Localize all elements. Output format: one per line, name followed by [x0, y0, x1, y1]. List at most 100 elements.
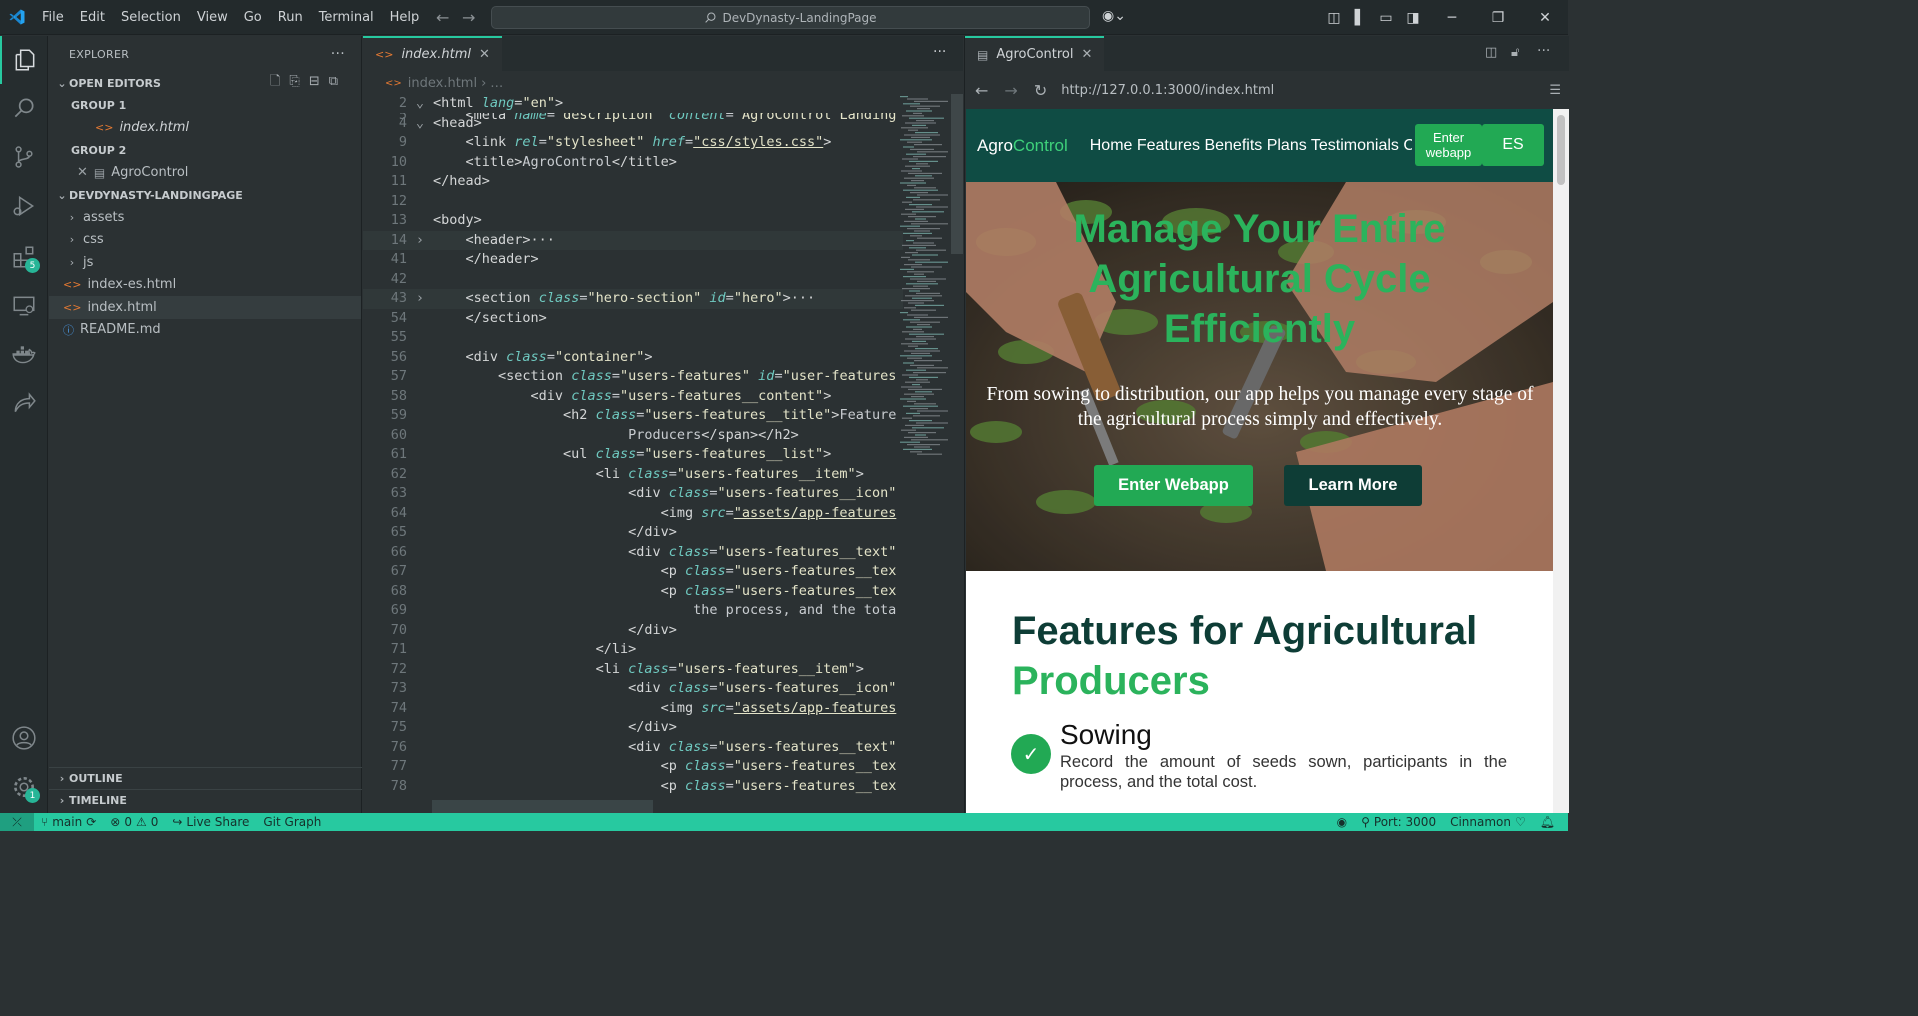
fold-chevron-icon[interactable]: ›: [407, 231, 433, 251]
fold-chevron-icon[interactable]: ⌄: [407, 94, 433, 114]
command-center[interactable]: DevDynasty-LandingPage: [491, 6, 1090, 29]
back-arrow-icon[interactable]: ←: [975, 81, 988, 100]
code-line[interactable]: 66 <div class="users-features__text": [363, 543, 903, 563]
site-logo[interactable]: AgroControl: [977, 136, 1068, 156]
breadcrumb-file[interactable]: index.html: [408, 76, 477, 91]
code-line[interactable]: 64 <img src="assets/app-features: [363, 504, 903, 524]
menu-run[interactable]: Run: [270, 0, 311, 35]
reload-icon[interactable]: ↻: [1034, 81, 1047, 100]
code-line[interactable]: 73 <div class="users-features__icon": [363, 679, 903, 699]
menu-selection[interactable]: Selection: [113, 0, 189, 35]
remote-explorer-icon[interactable]: [0, 282, 48, 330]
code-line[interactable]: 13 <body>: [363, 211, 903, 231]
code-line[interactable]: 41 </header>: [363, 250, 903, 270]
editor-scrollbar[interactable]: [951, 94, 963, 254]
explorer-more-icon[interactable]: ···: [331, 46, 345, 62]
page-scrollbar[interactable]: [1553, 109, 1569, 813]
code-line[interactable]: 71 </li>: [363, 640, 903, 660]
git-graph-status[interactable]: Git Graph: [256, 815, 328, 829]
code-line[interactable]: 12: [363, 192, 903, 212]
forward-arrow-icon[interactable]: →: [462, 8, 475, 27]
docker-icon[interactable]: [0, 331, 48, 379]
menu-file[interactable]: File: [34, 0, 72, 35]
code-line[interactable]: 2 ⌄ <html lang="en">: [363, 94, 903, 114]
code-line[interactable]: 63 <div class="users-features__icon": [363, 484, 903, 504]
code-line[interactable]: 69 the process, and the tota: [363, 601, 903, 621]
code-line[interactable]: 42: [363, 270, 903, 290]
code-line[interactable]: 14 › <header>···: [363, 230, 903, 251]
folder-css[interactable]: › css: [49, 229, 361, 252]
code-line[interactable]: 77 <p class="users-features__tex: [363, 757, 903, 777]
live-share-icon[interactable]: [0, 379, 48, 427]
code-line[interactable]: 10 <title>AgroControl</title>: [363, 153, 903, 173]
port-status[interactable]: ⚲ Port: 3000: [1354, 815, 1443, 829]
url-input[interactable]: http://127.0.0.1:3000/index.html: [1061, 83, 1274, 98]
open-editors-actions-icon[interactable]: 🗋⎘⊟⧉: [270, 72, 347, 94]
code-line[interactable]: 60 Producers</span></h2>: [363, 426, 903, 446]
extensions-icon[interactable]: 5: [0, 233, 48, 281]
open-editor-index-html[interactable]: <> index.html: [49, 117, 361, 140]
outline-section[interactable]: › OUTLINE: [49, 767, 362, 789]
tab-agrocontrol[interactable]: ▤ AgroControl ✕: [965, 36, 1105, 71]
menu-edit[interactable]: Edit: [72, 0, 113, 35]
notifications-bell-icon[interactable]: 🔔︎: [1533, 815, 1562, 829]
fold-chevron-icon[interactable]: ›: [407, 289, 433, 309]
timeline-section[interactable]: › TIMELINE: [49, 789, 362, 811]
menu-terminal[interactable]: Terminal: [311, 0, 382, 35]
remote-indicator-icon[interactable]: ⤫: [0, 813, 34, 831]
preview-more-icon[interactable]: ···: [1537, 43, 1550, 59]
close-icon[interactable]: ✕: [479, 47, 490, 62]
code-line[interactable]: 55: [363, 328, 903, 348]
source-control-icon[interactable]: [0, 133, 48, 181]
code-line[interactable]: 59 <h2 class="users-features__title">Fea…: [363, 406, 903, 426]
page-scrollbar-thumb[interactable]: [1557, 115, 1565, 185]
code-line[interactable]: 57 <section class="users-features" id="u…: [363, 367, 903, 387]
code-line[interactable]: 5 <meta name="description" content="Agro…: [363, 113, 903, 125]
code-line[interactable]: 78 <p class="users-features__tex: [363, 777, 903, 797]
toggle-panel-icon[interactable]: ▭: [1371, 0, 1401, 35]
git-branch[interactable]: ⑂ main ⟳: [34, 815, 103, 829]
close-window-icon[interactable]: ✕: [1530, 0, 1560, 35]
code-line[interactable]: 65 </div>: [363, 523, 903, 543]
file-index-es-html[interactable]: <> index-es.html: [49, 274, 361, 297]
minimap[interactable]: [900, 94, 950, 474]
breadcrumb-more[interactable]: …: [490, 76, 503, 91]
code-line[interactable]: 43 › <section class="hero-section" id="he…: [363, 289, 903, 309]
folder-assets[interactable]: › assets: [49, 206, 361, 229]
theme-status[interactable]: Cinnamon ♡: [1443, 815, 1533, 829]
menu-icon[interactable]: ☰: [1549, 83, 1561, 98]
learn-more-button[interactable]: Learn More: [1284, 465, 1422, 506]
menu-help[interactable]: Help: [382, 0, 428, 35]
code-line[interactable]: 62 <li class="users-features__item">: [363, 465, 903, 485]
code-line[interactable]: 54 </section>: [363, 309, 903, 329]
account-icon[interactable]: [0, 714, 48, 762]
file-readme-md[interactable]: ⓘ README.md: [49, 319, 361, 342]
menu-view[interactable]: View: [189, 0, 236, 35]
project-section[interactable]: ⌄ DEVDYNASTY-LANDINGPAGE: [49, 184, 361, 206]
file-index-html[interactable]: <> index.html: [49, 296, 361, 319]
enter-webapp-header-button[interactable]: Enter webapp: [1415, 124, 1482, 166]
explorer-icon[interactable]: [0, 36, 48, 84]
code-line[interactable]: 11 </head>: [363, 172, 903, 192]
close-icon[interactable]: ✕: [1082, 47, 1093, 62]
folder-js[interactable]: › js: [49, 251, 361, 274]
menu-go[interactable]: Go: [236, 0, 270, 35]
code-line[interactable]: 70 </div>: [363, 621, 903, 641]
code-line[interactable]: 58 <div class="users-features__content">: [363, 387, 903, 407]
close-icon[interactable]: ✕: [77, 165, 88, 180]
restore-icon[interactable]: ❐: [1483, 0, 1513, 35]
lock-icon[interactable]: 🔓︎: [1511, 45, 1519, 60]
copilot-status-icon[interactable]: ◉: [1330, 815, 1354, 829]
code-line[interactable]: 72 <li class="users-features__item">: [363, 660, 903, 680]
code-line[interactable]: 75 </div>: [363, 718, 903, 738]
code-line[interactable]: 76 <div class="users-features__text": [363, 738, 903, 758]
manage-gear-icon[interactable]: 1: [0, 763, 48, 811]
tab-index-html[interactable]: <> index.html ✕: [363, 36, 502, 71]
code-line[interactable]: 74 <img src="assets/app-features: [363, 699, 903, 719]
code-line[interactable]: 61 <ul class="users-features__list">: [363, 445, 903, 465]
enter-webapp-button[interactable]: Enter Webapp: [1094, 465, 1253, 506]
open-editor-agrocontrol[interactable]: ✕ ▤ AgroControl: [49, 162, 361, 185]
site-nav[interactable]: Home Features Benefits Plans Testimonial…: [1090, 137, 1412, 155]
code-line[interactable]: 67 <p class="users-features__tex: [363, 562, 903, 582]
forward-arrow-icon[interactable]: →: [1004, 81, 1017, 100]
